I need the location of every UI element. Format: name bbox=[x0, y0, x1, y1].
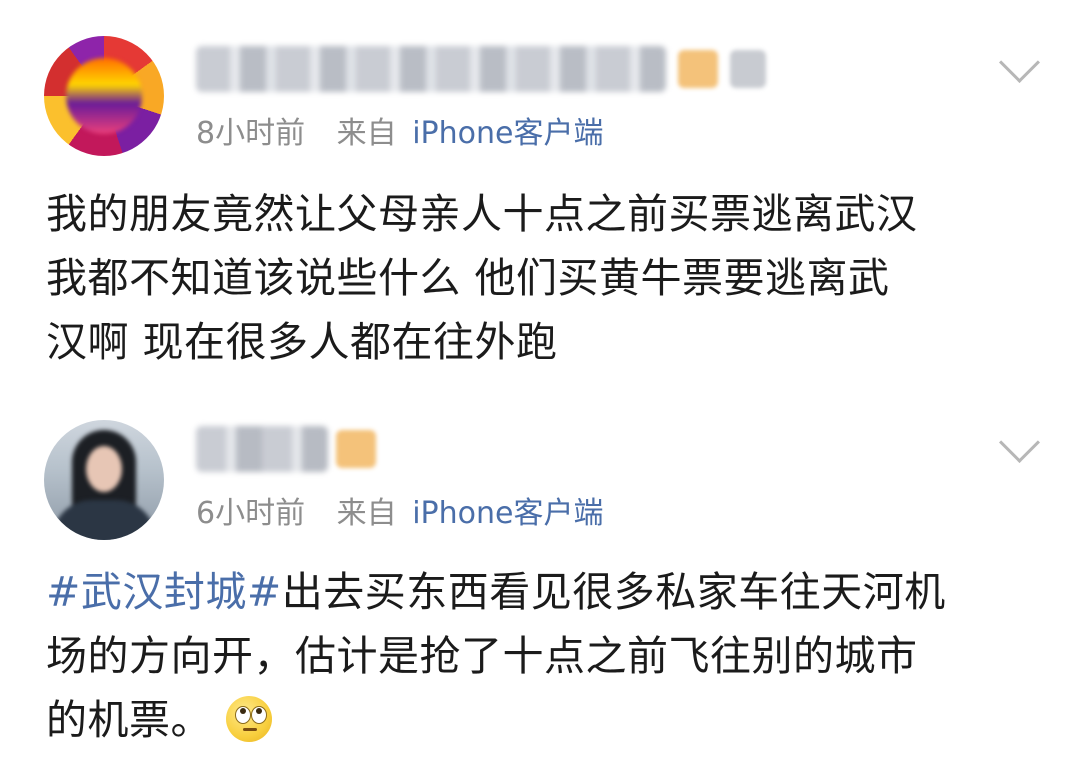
avatar-image bbox=[86, 446, 122, 492]
source-link[interactable]: iPhone客户端 bbox=[412, 116, 603, 151]
username-blurred[interactable] bbox=[196, 46, 666, 92]
content-line: 我都不知道该说些什么 他们买黄牛票要逃离武 bbox=[46, 254, 890, 302]
post-time: 6小时前 bbox=[196, 496, 306, 531]
content-text: 的机票。 bbox=[46, 696, 212, 744]
avatar-image bbox=[52, 500, 156, 540]
source-prefix: 来自 bbox=[336, 116, 397, 151]
content-line: 我的朋友竟然让父母亲人十点之前买票逃离武汉 bbox=[46, 190, 918, 238]
source-link[interactable]: iPhone客户端 bbox=[412, 496, 603, 531]
post-meta: 8小时前 来自 iPhone客户端 bbox=[196, 114, 603, 154]
username-blurred[interactable] bbox=[196, 426, 328, 472]
user-badge-icon bbox=[678, 50, 718, 88]
weibo-post: 6小时前 来自 iPhone客户端 #武汉封城#出去买东西看见很多私家车往天河机… bbox=[0, 400, 1080, 776]
user-badge-icon bbox=[336, 430, 376, 468]
content-line: #武汉封城#出去买东西看见很多私家车往天河机 bbox=[46, 560, 1040, 624]
avatar[interactable] bbox=[44, 36, 164, 156]
content-line: 汉啊 现在很多人都在往外跑 bbox=[46, 318, 558, 366]
post-time: 8小时前 bbox=[196, 116, 306, 151]
chevron-down-icon[interactable] bbox=[998, 421, 1041, 464]
avatar-image bbox=[66, 58, 142, 134]
content-text: 出去买东西看见很多私家车往天河机 bbox=[281, 568, 946, 616]
weibo-post: 8小时前 来自 iPhone客户端 我的朋友竟然让父母亲人十点之前买票逃离武汉 … bbox=[0, 0, 1080, 400]
rolling-eyes-emoji-icon bbox=[226, 696, 272, 742]
post-content: #武汉封城#出去买东西看见很多私家车往天河机 场的方向开，估计是抢了十点之前飞往… bbox=[46, 560, 1040, 752]
chevron-down-icon[interactable] bbox=[998, 41, 1041, 84]
source-prefix: 来自 bbox=[336, 496, 397, 531]
avatar[interactable] bbox=[44, 420, 164, 540]
user-badge-icon bbox=[730, 50, 766, 88]
content-line: 的机票。 bbox=[46, 688, 1040, 752]
hashtag-link[interactable]: #武汉封城# bbox=[46, 568, 282, 616]
post-meta: 6小时前 来自 iPhone客户端 bbox=[196, 494, 603, 534]
post-content: 我的朋友竟然让父母亲人十点之前买票逃离武汉 我都不知道该说些什么 他们买黄牛票要… bbox=[46, 182, 1040, 374]
content-line: 场的方向开，估计是抢了十点之前飞往别的城市 bbox=[46, 632, 918, 680]
